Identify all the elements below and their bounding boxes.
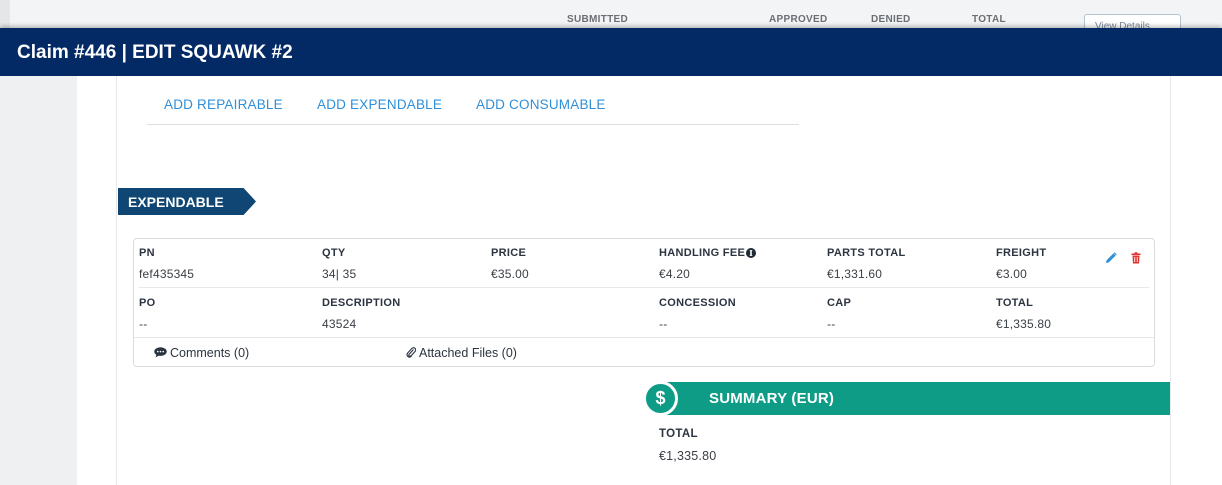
paperclip-icon [406, 347, 417, 358]
info-icon[interactable]: i [746, 248, 757, 258]
footer-divider [134, 337, 1154, 338]
row-divider [139, 287, 1149, 288]
dollar-icon: $ [643, 381, 678, 416]
expendable-item-card: PN fef435345 QTY 34| 35 PRICE €35.00 HAN… [133, 238, 1155, 367]
add-expendable-link[interactable]: ADD EXPENDABLE [317, 97, 442, 112]
summary-total-label: TOTAL [659, 428, 698, 440]
summary-title: SUMMARY (EUR) [709, 390, 835, 407]
modal-gutter [0, 76, 77, 485]
total-value: €1,335.80 [996, 317, 1052, 331]
qty-label: QTY [322, 247, 346, 259]
pn-label: PN [139, 247, 155, 259]
attached-files-link[interactable]: Attached Files (0) [406, 346, 517, 360]
po-label: PO [139, 297, 156, 309]
price-label: PRICE [491, 247, 527, 259]
concession-value: -- [659, 317, 668, 331]
col-submitted: SUBMITTED [567, 14, 629, 25]
pn-value: fef435345 [139, 267, 195, 281]
pencil-icon[interactable] [1105, 251, 1117, 263]
handling-fee-value: €4.20 [659, 267, 691, 281]
parts-total-label: PARTS TOTAL [827, 247, 906, 259]
comment-icon [154, 347, 167, 358]
handling-fee-label: HANDLING FEE [659, 247, 746, 259]
col-denied: DENIED [871, 14, 911, 25]
cap-value: -- [827, 317, 836, 331]
modal-title: Claim #446 | EDIT SQUAWK #2 [17, 42, 293, 63]
summary-header: SUMMARY (EUR) [661, 382, 1170, 415]
background-table-header: SUBMITTED APPROVED DENIED TOTAL [10, 0, 1222, 30]
add-consumable-link[interactable]: ADD CONSUMABLE [476, 97, 606, 112]
concession-label: CONCESSION [659, 297, 736, 309]
cap-label: CAP [827, 297, 852, 309]
price-value: €35.00 [491, 267, 529, 281]
section-tag-expendable: EXPENDABLE [118, 188, 256, 215]
description-label: DESCRIPTION [322, 297, 401, 309]
add-item-tabs: ADD REPAIRABLE ADD EXPENDABLE ADD CONSUM… [147, 76, 799, 125]
comments-label: Comments (0) [170, 346, 250, 360]
col-approved: APPROVED [769, 14, 828, 25]
parts-total-value: €1,331.60 [827, 267, 883, 281]
po-value: -- [139, 317, 148, 331]
total-label: TOTAL [996, 297, 1034, 309]
summary-total-value: €1,335.80 [659, 449, 717, 463]
comments-link[interactable]: Comments (0) [154, 346, 249, 360]
add-repairable-link[interactable]: ADD REPAIRABLE [164, 97, 283, 112]
handling-fee-header: HANDLING FEE i [659, 247, 757, 259]
description-value: 43524 [322, 317, 357, 331]
modal-header: Claim #446 | EDIT SQUAWK #2 [0, 28, 1222, 76]
freight-label: FREIGHT [996, 247, 1047, 259]
attached-files-label: Attached Files (0) [419, 346, 517, 360]
col-total: TOTAL [972, 14, 1006, 25]
freight-value: €3.00 [996, 267, 1028, 281]
qty-value: 34| 35 [322, 267, 357, 281]
trash-icon[interactable] [1130, 251, 1142, 264]
